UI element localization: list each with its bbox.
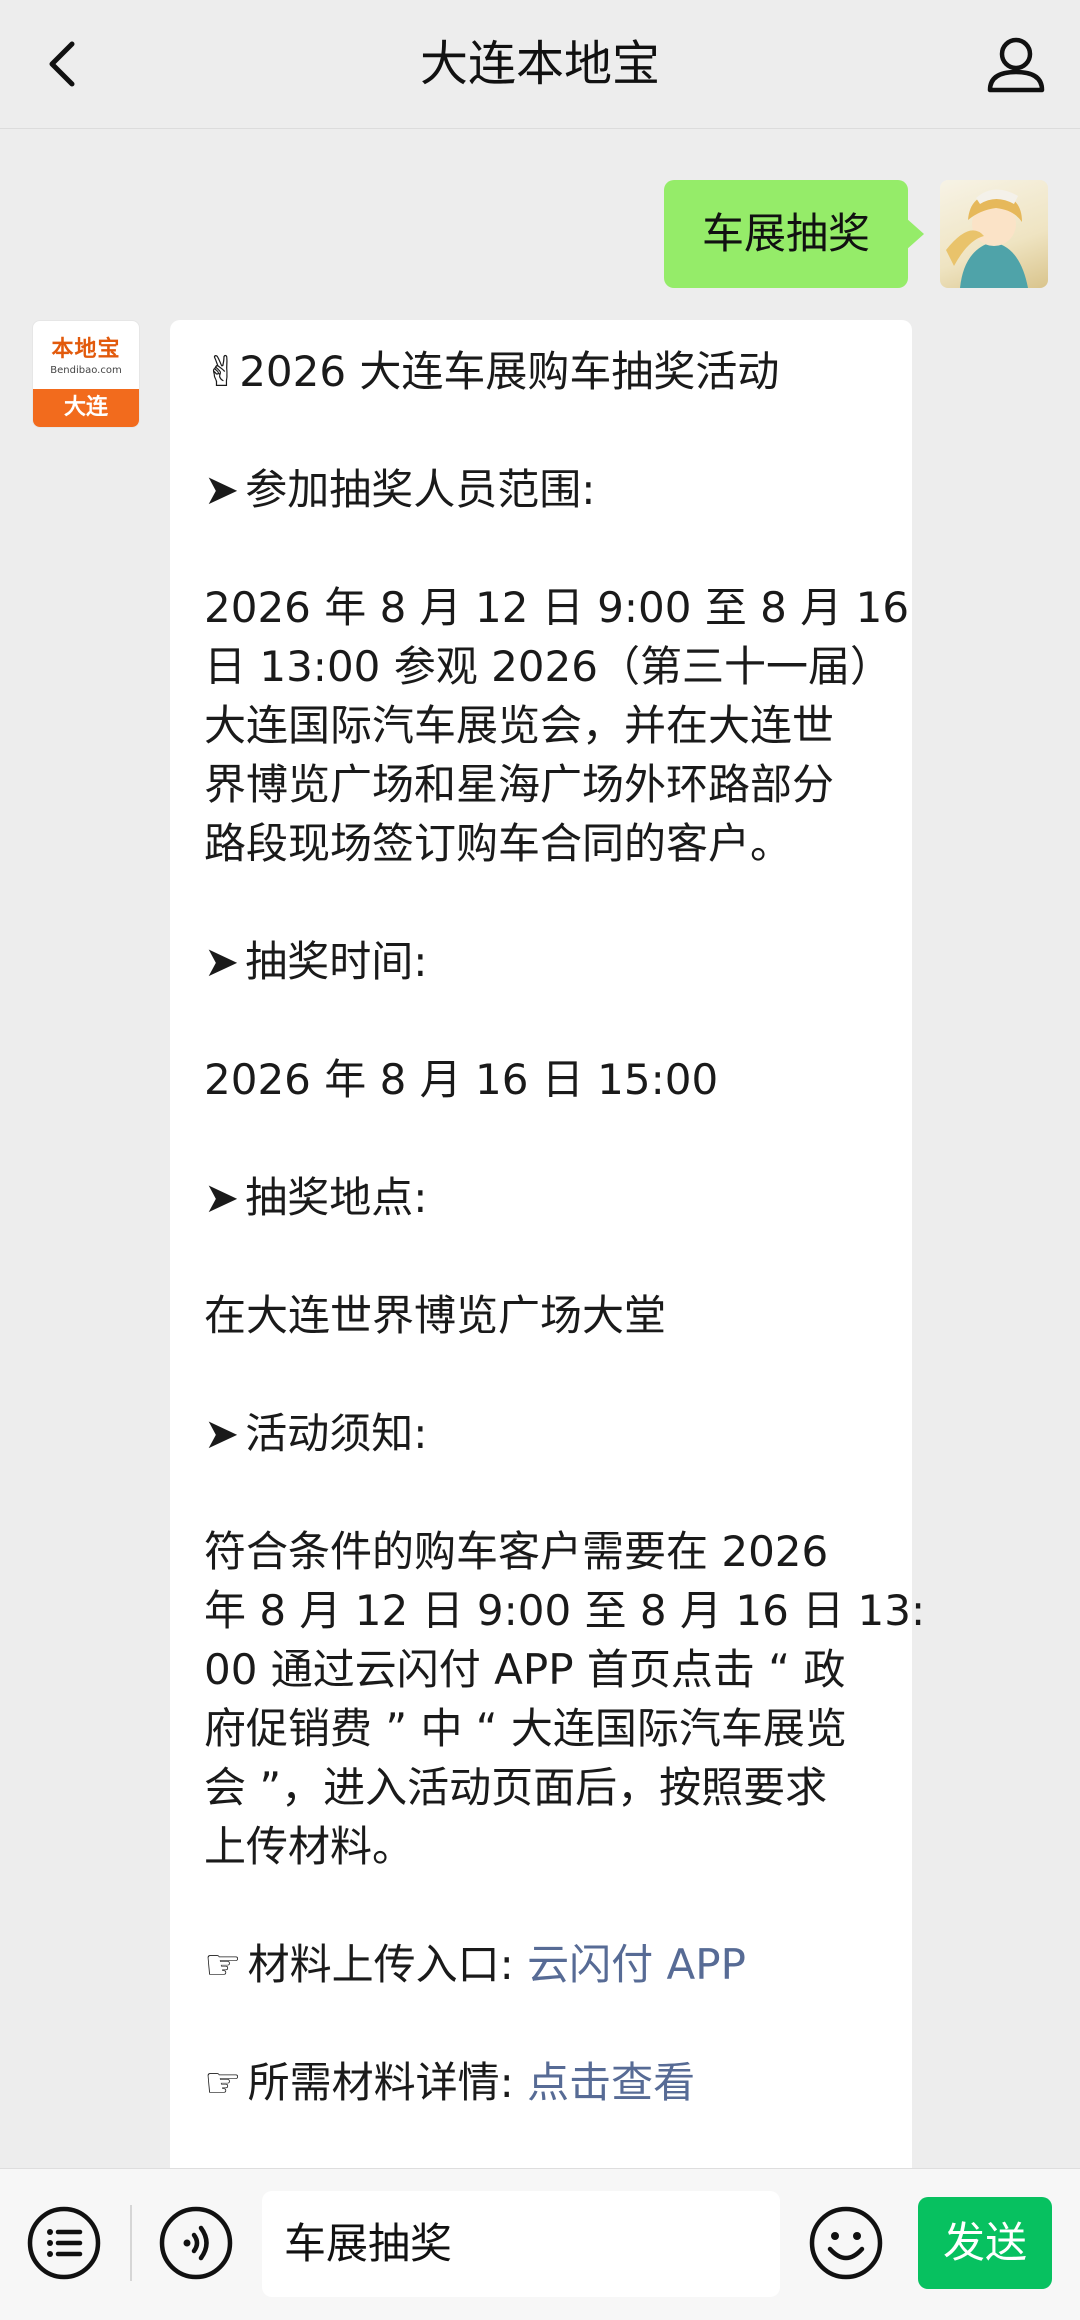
- reply-text: 上传材料。: [204, 1822, 415, 1871]
- reply-line: 府促销费 ” 中 “ 大连国际汽车展览: [204, 1699, 878, 1758]
- reply-line: 符合条件的购车客户需要在 2026: [204, 1522, 878, 1581]
- reply-line: 大连国际汽车展览会，并在大连世: [204, 696, 878, 755]
- reply-line: 会 ”，进入活动页面后，按照要求: [204, 1758, 878, 1817]
- avatar-site-text: Bendibao.com: [50, 365, 122, 376]
- reply-text: 年 8 月 12 日 9:00 至 8 月 16 日 13:: [204, 1586, 926, 1635]
- reply-line: 在大连世界博览广场大堂: [204, 1286, 878, 1345]
- reply-text: 2026 年 8 月 12 日 9:00 至 8 月 16: [204, 583, 910, 632]
- pointing-hand-icon: ☞: [204, 2058, 242, 2107]
- message-input[interactable]: 车展抽奖: [262, 2191, 780, 2297]
- reply-text: 材料上传入口:: [247, 1940, 528, 1989]
- reply-text: 府促销费 ” 中 “ 大连国际汽车展览: [204, 1704, 847, 1753]
- reply-text: 日 13:00 参观 2026（第三十一届）: [204, 642, 892, 691]
- bendibao-avatar[interactable]: 本地宝 Bendibao.com 大连: [32, 320, 140, 428]
- reply-text: 抽奖地点:: [245, 1173, 428, 1222]
- reply-text: 在大连世界博览广场大堂: [204, 1291, 667, 1340]
- reply-text: 所需材料详情:: [247, 2058, 528, 2107]
- reply-line: 2026 年 8 月 12 日 9:00 至 8 月 16: [204, 578, 909, 637]
- reply-link[interactable]: 云闪付 APP: [527, 1940, 746, 1989]
- top-navigation-bar: 大连本地宝: [0, 0, 1080, 129]
- input-toolbar: 车展抽奖 发送: [0, 2168, 1080, 2320]
- incoming-message[interactable]: ✌2026 大连车展购车抽奖活动 ➤ 参加抽奖人员范围: 2026 年 8 月 12 …: [170, 320, 925, 2168]
- reply-text: 符合条件的购车客户需要在 2026: [204, 1527, 829, 1576]
- reply-line: ☞ 所需材料详情: 点击查看: [204, 2053, 878, 2112]
- outgoing-message[interactable]: 车展抽奖: [663, 180, 925, 288]
- reply-line: 界博览广场和星海广场外环路部分: [204, 755, 878, 814]
- reply-text: 抽奖时间:: [245, 937, 428, 986]
- arrow-bullet-icon: ➤: [204, 937, 240, 986]
- reply-line: ✌2026 大连车展购车抽奖活动: [204, 342, 878, 401]
- emoji-icon: [809, 2206, 883, 2280]
- reply-text: ✌2026 大连车展购车抽奖活动: [204, 347, 780, 396]
- reply-link[interactable]: 点击查看: [527, 2058, 695, 2107]
- reply-line: 2026 年 8 月 16 日 15:00: [204, 1050, 878, 1109]
- user-avatar-illustration: [946, 189, 1028, 288]
- reply-text: 路段现场签订购车合同的客户。: [204, 819, 793, 868]
- pointing-hand-icon: ☞: [204, 1940, 242, 1989]
- reply-line: 日 13:00 参观 2026（第三十一届）: [204, 637, 892, 696]
- avatar-brand-text: 本地宝: [51, 337, 121, 362]
- user-avatar[interactable]: [940, 180, 1048, 288]
- voice-button[interactable]: [156, 2203, 236, 2283]
- reply-text: 参加抽奖人员范围:: [245, 465, 596, 514]
- reply-line: 年 8 月 12 日 9:00 至 8 月 16 日 13:: [204, 1581, 925, 1640]
- reply-text: 2026 年 8 月 16 日 15:00: [204, 1055, 719, 1104]
- reply-line: 路段现场签订购车合同的客户。: [204, 814, 878, 873]
- avatar-city-text: 大连: [33, 389, 139, 427]
- reply-text: 大连国际汽车展览会，并在大连世: [204, 701, 835, 750]
- arrow-bullet-icon: ➤: [204, 1173, 240, 1222]
- toolbar-divider: [130, 2205, 132, 2281]
- reply-text: 00 通过云闪付 APP 首页点击 “ 政: [204, 1645, 846, 1694]
- person-icon: [987, 37, 1045, 93]
- reply-line: ➤ 活动须知:: [204, 1404, 878, 1463]
- chat-area[interactable]: 车展抽奖 本地宝 Bendibao.com 大连 ✌2026 大连车展购车抽奖活…: [0, 128, 1080, 2168]
- profile-button[interactable]: [980, 28, 1052, 100]
- voice-icon: [159, 2206, 233, 2280]
- reply-line: ➤ 抽奖时间:: [204, 932, 878, 991]
- list-icon: [27, 2206, 101, 2280]
- reply-text: 界博览广场和星海广场外环路部分: [204, 760, 835, 809]
- emoji-button[interactable]: [806, 2203, 886, 2283]
- arrow-bullet-icon: ➤: [204, 465, 240, 514]
- arrow-bullet-icon: ➤: [204, 1409, 240, 1458]
- menu-button[interactable]: [24, 2203, 104, 2283]
- reply-line: ☞ 材料上传入口: 云闪付 APP: [204, 1935, 878, 1994]
- reply-text: 会 ”，进入活动页面后，按照要求: [204, 1763, 828, 1812]
- chat-title: 大连本地宝: [419, 36, 660, 92]
- reply-text: 活动须知:: [245, 1409, 428, 1458]
- reply-line: 00 通过云闪付 APP 首页点击 “ 政: [204, 1640, 878, 1699]
- send-button[interactable]: 发送: [918, 2197, 1052, 2289]
- reply-line: ➤ 抽奖地点:: [204, 1168, 878, 1227]
- reply-line: 上传材料。: [204, 1817, 878, 1876]
- reply-line: ➤ 参加抽奖人员范围:: [204, 460, 878, 519]
